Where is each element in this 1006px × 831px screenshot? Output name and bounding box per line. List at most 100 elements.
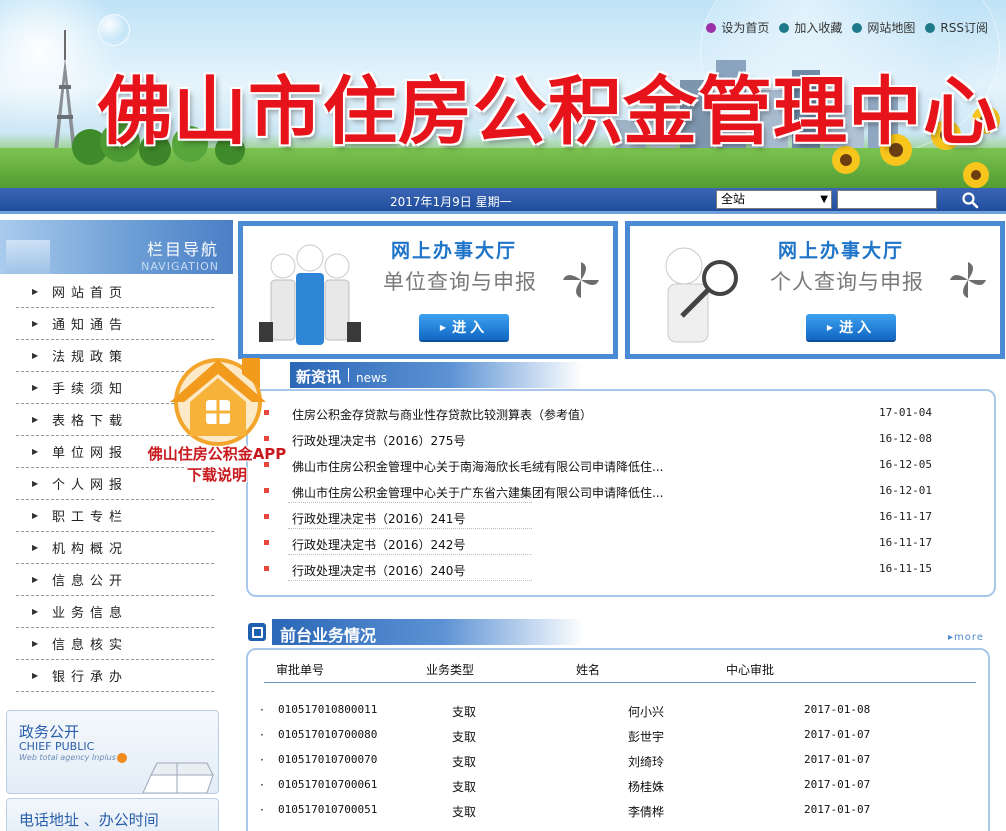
personal-service-hall[interactable]: 网上办事大厅 个人查询与申报 ▶ 进入 bbox=[625, 221, 1005, 359]
table-row: · 010517010700070 支取 刘绮玲 2017-01-07 bbox=[260, 749, 980, 774]
magnifier-person-image bbox=[665, 247, 738, 343]
nav-item-label: 通知通告 bbox=[52, 318, 129, 333]
nav-item-organization[interactable]: ▶ 机构概况 bbox=[16, 532, 214, 564]
search-scope-select[interactable]: 全站 ▼ bbox=[716, 190, 832, 209]
nav-item-label: 手续须知 bbox=[52, 382, 129, 397]
search-input[interactable] bbox=[837, 190, 937, 209]
nav-item-label: 网站首页 bbox=[52, 286, 129, 301]
bullet-icon bbox=[706, 22, 717, 33]
nav-item-label: 个人网报 bbox=[52, 478, 129, 493]
news-item-date: 16-12-01 bbox=[879, 484, 932, 497]
person-name: 何小兴 bbox=[628, 705, 665, 719]
arrow-right-icon: ▶ bbox=[32, 415, 39, 424]
approval-number: 010517010700051 bbox=[278, 803, 378, 816]
table-row: · 010517010700061 支取 杨桂姝 2017-01-07 bbox=[260, 774, 980, 799]
book-icon bbox=[142, 762, 214, 793]
set-homepage-link[interactable]: 设为首页 bbox=[706, 19, 769, 36]
news-item[interactable]: 佛山市住房公积金管理中心关于广东省六建集团有限公司申请降低住... 16-12-0… bbox=[264, 479, 944, 505]
news-item-date: 16-12-08 bbox=[879, 432, 932, 445]
hall-subtitle: 单位查询与申报 bbox=[383, 270, 537, 294]
bullet-icon bbox=[264, 566, 269, 571]
sitemap-link[interactable]: 网站地图 bbox=[852, 19, 915, 36]
news-item-date: 16-11-17 bbox=[879, 536, 932, 549]
nav-subtitle: NAVIGATION bbox=[141, 260, 219, 273]
news-item[interactable]: 佛山市住房公积金管理中心关于南海海欣长毛绒有限公司申请降低住... 16-12-0… bbox=[264, 453, 944, 479]
dropdown-arrow-icon: ▼ bbox=[820, 194, 828, 205]
divider bbox=[288, 528, 532, 529]
current-date: 2017年1月9日 星期一 bbox=[390, 195, 512, 209]
business-header: 前台业务情况 bbox=[272, 619, 584, 645]
approval-number: 010517010700061 bbox=[278, 778, 378, 791]
arrow-right-icon: ▶ bbox=[32, 607, 39, 616]
business-table-header: 审批单号 业务类型 姓名 中心审批 bbox=[264, 659, 976, 683]
nav-item-home[interactable]: ▶ 网站首页 bbox=[16, 276, 214, 308]
bullet-icon bbox=[264, 540, 269, 545]
search-icon bbox=[962, 191, 979, 208]
business-type: 支取 bbox=[452, 730, 477, 744]
approval-number: 010517010700080 bbox=[278, 728, 378, 741]
approval-number: 010517010800011 bbox=[278, 703, 378, 716]
arrow-right-icon: ▶ bbox=[32, 575, 39, 584]
table-row: · 010517010700051 支取 李倩桦 2017-01-07 bbox=[260, 799, 980, 824]
nav-item-label: 单位网报 bbox=[52, 446, 129, 461]
news-item[interactable]: 住房公积金存贷款与商业性存贷款比较测算表（参考值） 17-01-04 bbox=[264, 401, 944, 427]
nav-item-info-disclosure[interactable]: ▶ 信息公开 bbox=[16, 564, 214, 596]
pinwheel-icon bbox=[950, 262, 986, 298]
news-item[interactable]: 行政处理决定书（2016）241号 16-11-17 bbox=[264, 505, 944, 531]
approval-date: 2017-01-07 bbox=[804, 803, 871, 816]
news-item-date: 16-11-17 bbox=[879, 510, 932, 523]
search-scope-value: 全站 bbox=[721, 192, 746, 206]
business-type: 支取 bbox=[452, 705, 477, 719]
enter-button-label: 进入 bbox=[452, 320, 489, 336]
app-download-ad[interactable]: 佛山住房公积金APP 下载说明 bbox=[138, 350, 296, 490]
bullet-icon bbox=[779, 22, 790, 33]
approval-date: 2017-01-07 bbox=[804, 728, 871, 741]
business-type: 支取 bbox=[452, 755, 477, 769]
nav-item-notices[interactable]: ▶ 通知通告 bbox=[16, 308, 214, 340]
column-header: 业务类型 bbox=[426, 663, 475, 677]
news-item[interactable]: 行政处理决定书（2016）240号 16-11-15 bbox=[264, 557, 944, 583]
unit-service-hall[interactable]: 网上办事大厅 单位查询与申报 ▶ 进入 bbox=[238, 221, 618, 359]
news-item[interactable]: 行政处理决定书（2016）242号 16-11-17 bbox=[264, 531, 944, 557]
nav-item-label: 法规政策 bbox=[52, 350, 129, 365]
section-icon bbox=[248, 623, 266, 641]
gov-public-box[interactable]: 政务公开 CHIEF PUBLIC Web total agency Inplu… bbox=[6, 710, 219, 794]
divider bbox=[288, 502, 532, 503]
news-header: 新资讯 news bbox=[290, 362, 582, 388]
approval-number: 010517010700070 bbox=[278, 753, 378, 766]
building-decoration bbox=[6, 240, 50, 274]
news-item[interactable]: 行政处理决定书（2016）275号 16-12-08 bbox=[264, 427, 944, 453]
arrow-right-icon: ▶ bbox=[826, 322, 834, 332]
news-item-title: 行政处理决定书（2016）241号 bbox=[292, 512, 466, 526]
business-title: 前台业务情况 bbox=[280, 626, 377, 645]
enter-button[interactable]: ▶ 进入 bbox=[419, 314, 509, 340]
nav-item-staff-column[interactable]: ▶ 职工专栏 bbox=[16, 500, 214, 532]
bullet-icon bbox=[264, 514, 269, 519]
sitemap-label: 网站地图 bbox=[867, 21, 916, 35]
arrow-right-icon: ▶ bbox=[32, 639, 39, 648]
nav-item-bank-agents[interactable]: ▶ 银行承办 bbox=[16, 660, 214, 692]
table-row: · 010517010700080 支取 彭世宇 2017-01-07 bbox=[260, 724, 980, 749]
hall-subtitle: 个人查询与申报 bbox=[770, 270, 924, 294]
contact-box[interactable]: 电话地址 、办公时间 bbox=[6, 798, 219, 831]
pinwheel-icon bbox=[563, 262, 599, 298]
bullet-icon: · bbox=[260, 703, 264, 717]
nav-item-info-verify[interactable]: ▶ 信息核实 bbox=[16, 628, 214, 660]
arrow-right-icon: ▶ bbox=[439, 322, 447, 332]
arrow-right-icon: ▶ bbox=[32, 383, 39, 392]
search-button[interactable] bbox=[946, 188, 994, 211]
column-header: 中心审批 bbox=[726, 663, 775, 677]
nav-header: 栏目导航 NAVIGATION bbox=[0, 220, 233, 274]
nav-title: 栏目导航 bbox=[146, 240, 219, 259]
add-favorite-link[interactable]: 加入收藏 bbox=[779, 19, 842, 36]
news-item-date: 17-01-04 bbox=[879, 406, 932, 419]
rss-link[interactable]: RSS订阅 bbox=[925, 19, 988, 36]
more-link[interactable]: ▸more bbox=[948, 632, 984, 643]
enter-button[interactable]: ▶ 进入 bbox=[806, 314, 896, 340]
nav-item-label: 表格下载 bbox=[52, 414, 129, 429]
app-house-logo-icon bbox=[170, 358, 266, 446]
nav-item-label: 机构概况 bbox=[52, 542, 129, 557]
nav-item-business-info[interactable]: ▶ 业务信息 bbox=[16, 596, 214, 628]
bullet-icon: · bbox=[260, 728, 264, 742]
arrow-right-icon: ▶ bbox=[32, 447, 39, 456]
